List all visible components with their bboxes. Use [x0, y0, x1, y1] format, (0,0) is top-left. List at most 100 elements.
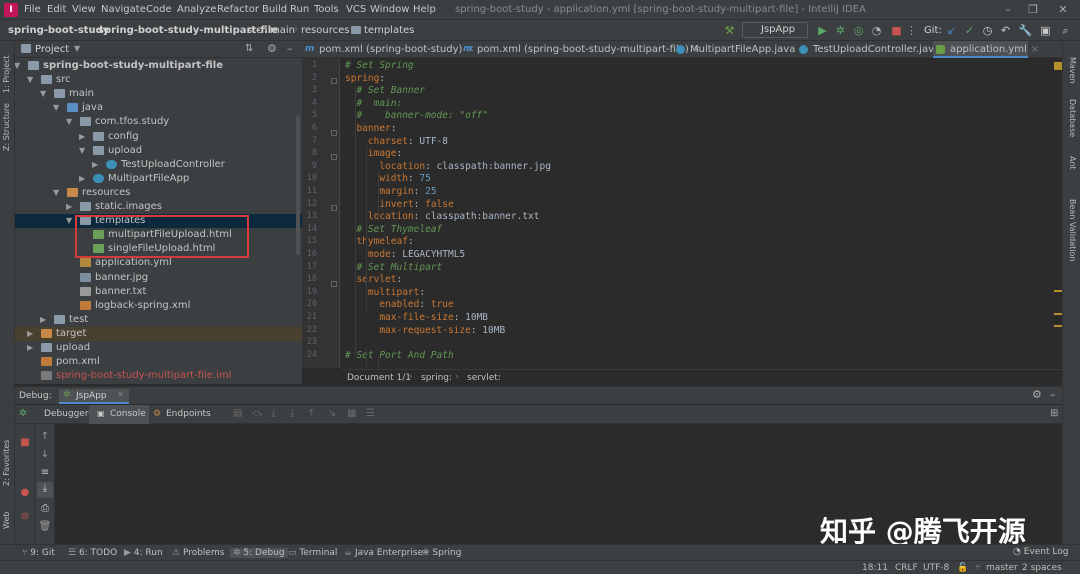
lock-icon[interactable]: 🔓 — [957, 563, 968, 573]
tree-item[interactable]: pom.xml — [15, 355, 302, 369]
run-config-select[interactable]: JspApp — [742, 22, 808, 38]
chevron-down-icon[interactable]: ▼ — [66, 117, 72, 126]
indent-setting[interactable]: 2 spaces — [1022, 563, 1062, 573]
layout-icon[interactable]: ▤ — [233, 408, 242, 419]
maven-tool-tab[interactable]: Maven — [1068, 57, 1077, 84]
chevron-right-icon[interactable]: ▶ — [92, 160, 98, 169]
menu-item-vcs[interactable]: VCS — [346, 4, 366, 15]
tree-item[interactable]: ▶ TestUploadController — [15, 158, 302, 172]
fold-icon[interactable] — [331, 78, 337, 84]
chevron-right-icon[interactable]: ▶ — [40, 315, 46, 324]
tool-tab-debug[interactable]: ✲ 5: Debug — [230, 548, 288, 558]
chevron-down-icon[interactable]: ▼ — [15, 61, 20, 70]
tool-tab-javaenterprise[interactable]: ☕ Java Enterprise — [344, 548, 423, 558]
stop-icon[interactable]: ■ — [18, 436, 32, 450]
project-tool-tab[interactable]: 1: Project — [2, 55, 11, 93]
search-icon[interactable]: ⌕ — [1058, 23, 1073, 38]
minimize-icon[interactable]: – — [1000, 2, 1016, 18]
web-tool-tab[interactable]: Web — [2, 512, 11, 529]
tool-tab-terminal[interactable]: ▭ Terminal — [288, 548, 337, 558]
fold-icon[interactable] — [331, 281, 337, 287]
tree-item[interactable]: application.yml — [15, 256, 302, 270]
tree-item[interactable]: ▶ MultipartFileApp — [15, 172, 302, 186]
menu-item-refactor[interactable]: Refactor — [217, 4, 259, 15]
hammer-build-icon[interactable]: ⚒ — [722, 23, 737, 38]
down-arrow-icon[interactable]: ↓ — [38, 448, 52, 462]
menu-item-navigate[interactable]: Navigate — [101, 4, 146, 15]
tree-item[interactable]: ▶ config — [15, 130, 302, 144]
force-step-into-icon[interactable]: ⤓ — [290, 408, 294, 419]
ant-tool-tab[interactable]: Ant — [1068, 156, 1077, 170]
hide-panel-icon[interactable]: – — [1050, 388, 1056, 401]
project-panel-title[interactable]: Project — [35, 44, 69, 55]
chevron-down-icon[interactable]: ▼ — [79, 146, 85, 155]
up-arrow-icon[interactable]: ↑ — [38, 430, 52, 444]
breadcrumb-servlet[interactable]: servlet: — [467, 373, 501, 383]
tree-item[interactable]: ▼ com.tfos.study — [15, 115, 302, 129]
tree-item[interactable]: ▶ test — [15, 313, 302, 327]
breadcrumb-item[interactable]: resources — [301, 25, 349, 36]
scroll-to-end-icon[interactable]: ⤓ — [37, 482, 53, 498]
tree-item[interactable]: ▶ upload — [15, 341, 302, 355]
code-editor[interactable]: # Set Spring spring: # Set Banner # main:… — [341, 58, 1062, 368]
step-out-icon[interactable]: ⤒ — [309, 408, 313, 419]
commit-icon[interactable]: ✓ — [962, 23, 977, 38]
coverage-icon[interactable]: ◎ — [851, 23, 866, 38]
tree-item[interactable]: banner.txt — [15, 285, 302, 299]
tool-tab-git[interactable]: ⑂ 9: Git — [22, 548, 55, 558]
trace-icon[interactable]: ☰ — [366, 408, 375, 419]
breadcrumb-item[interactable]: templates — [364, 25, 414, 36]
tab-endpoints[interactable]: Endpoints — [166, 409, 211, 419]
chevron-right-icon[interactable]: ▶ — [27, 343, 33, 352]
view-breakpoints-icon[interactable]: ● — [18, 486, 32, 500]
tool-tab-spring[interactable]: ❀ Spring — [422, 548, 461, 558]
line-separator[interactable]: CRLF — [895, 563, 918, 573]
update-project-icon[interactable]: ↙ — [944, 23, 959, 38]
chevron-down-icon[interactable]: ▼ — [53, 188, 59, 197]
menu-item-build[interactable]: Build — [262, 4, 287, 15]
step-into-icon[interactable]: ⤓ — [271, 408, 275, 419]
tree-item[interactable]: ▼ resources — [15, 186, 302, 200]
profile-icon[interactable]: ◔ — [869, 23, 884, 38]
fold-icon[interactable] — [331, 130, 337, 136]
breadcrumb-item[interactable]: main — [270, 25, 295, 36]
tree-scrollbar[interactable] — [296, 115, 300, 255]
editor-tab[interactable]: m pom.xml (spring-boot-study) × — [302, 41, 475, 58]
menu-item-help[interactable]: Help — [413, 4, 436, 15]
editor-tab[interactable]: MultipartFileApp.java× — [673, 41, 808, 58]
debug-icon[interactable]: ✲ — [833, 23, 848, 38]
editor-tab[interactable]: application.yml × — [933, 41, 1039, 58]
favorites-tool-tab[interactable]: 2: Favorites — [2, 440, 11, 486]
menu-item-window[interactable]: Window — [370, 4, 409, 15]
more-icon[interactable]: ⋮ — [904, 23, 919, 38]
chevron-down-icon[interactable]: ▼ — [53, 103, 59, 112]
collapse-all-icon[interactable]: ⇅ — [245, 43, 253, 54]
chevron-down-icon[interactable]: ▼ — [74, 44, 80, 53]
tree-item[interactable]: banner.jpg — [15, 271, 302, 285]
fold-icon[interactable] — [331, 205, 337, 211]
breadcrumb-document[interactable]: Document 1/1 — [347, 373, 411, 383]
breadcrumb-spring[interactable]: spring: — [421, 373, 452, 383]
rerun-icon[interactable]: ✲ — [19, 408, 27, 419]
chevron-right-icon[interactable]: ▶ — [79, 174, 85, 183]
gear-icon[interactable]: ⚙ — [1032, 388, 1042, 401]
structure-icon[interactable]: ▣ — [1038, 23, 1053, 38]
mute-breakpoints-icon[interactable]: ⊘ — [18, 510, 32, 524]
bean-validation-tool-tab[interactable]: Bean Validation — [1068, 199, 1077, 261]
menu-item-run[interactable]: Run — [290, 4, 309, 15]
tree-item[interactable]: ▼ src — [15, 73, 302, 87]
caret-position[interactable]: 18:11 — [862, 563, 888, 573]
clear-all-icon[interactable]: 🗑 — [38, 520, 52, 534]
evaluate-icon[interactable]: ▦ — [347, 408, 356, 419]
git-branch[interactable]: master — [986, 563, 1018, 573]
tab-console[interactable]: Console — [110, 409, 146, 419]
editor-tab[interactable]: TestUploadController.java× — [796, 41, 953, 58]
chevron-right-icon[interactable]: ▶ — [27, 329, 33, 338]
menu-item-file[interactable]: File — [24, 4, 41, 15]
stop-icon[interactable]: ■ — [889, 23, 904, 38]
database-tool-tab[interactable]: Database — [1068, 99, 1077, 137]
tree-item[interactable]: ▼ upload — [15, 144, 302, 158]
tree-item[interactable]: ▼ java — [15, 101, 302, 115]
tool-tab-todo[interactable]: ☰ 6: TODO — [68, 548, 117, 558]
history-icon[interactable]: ◷ — [980, 23, 995, 38]
